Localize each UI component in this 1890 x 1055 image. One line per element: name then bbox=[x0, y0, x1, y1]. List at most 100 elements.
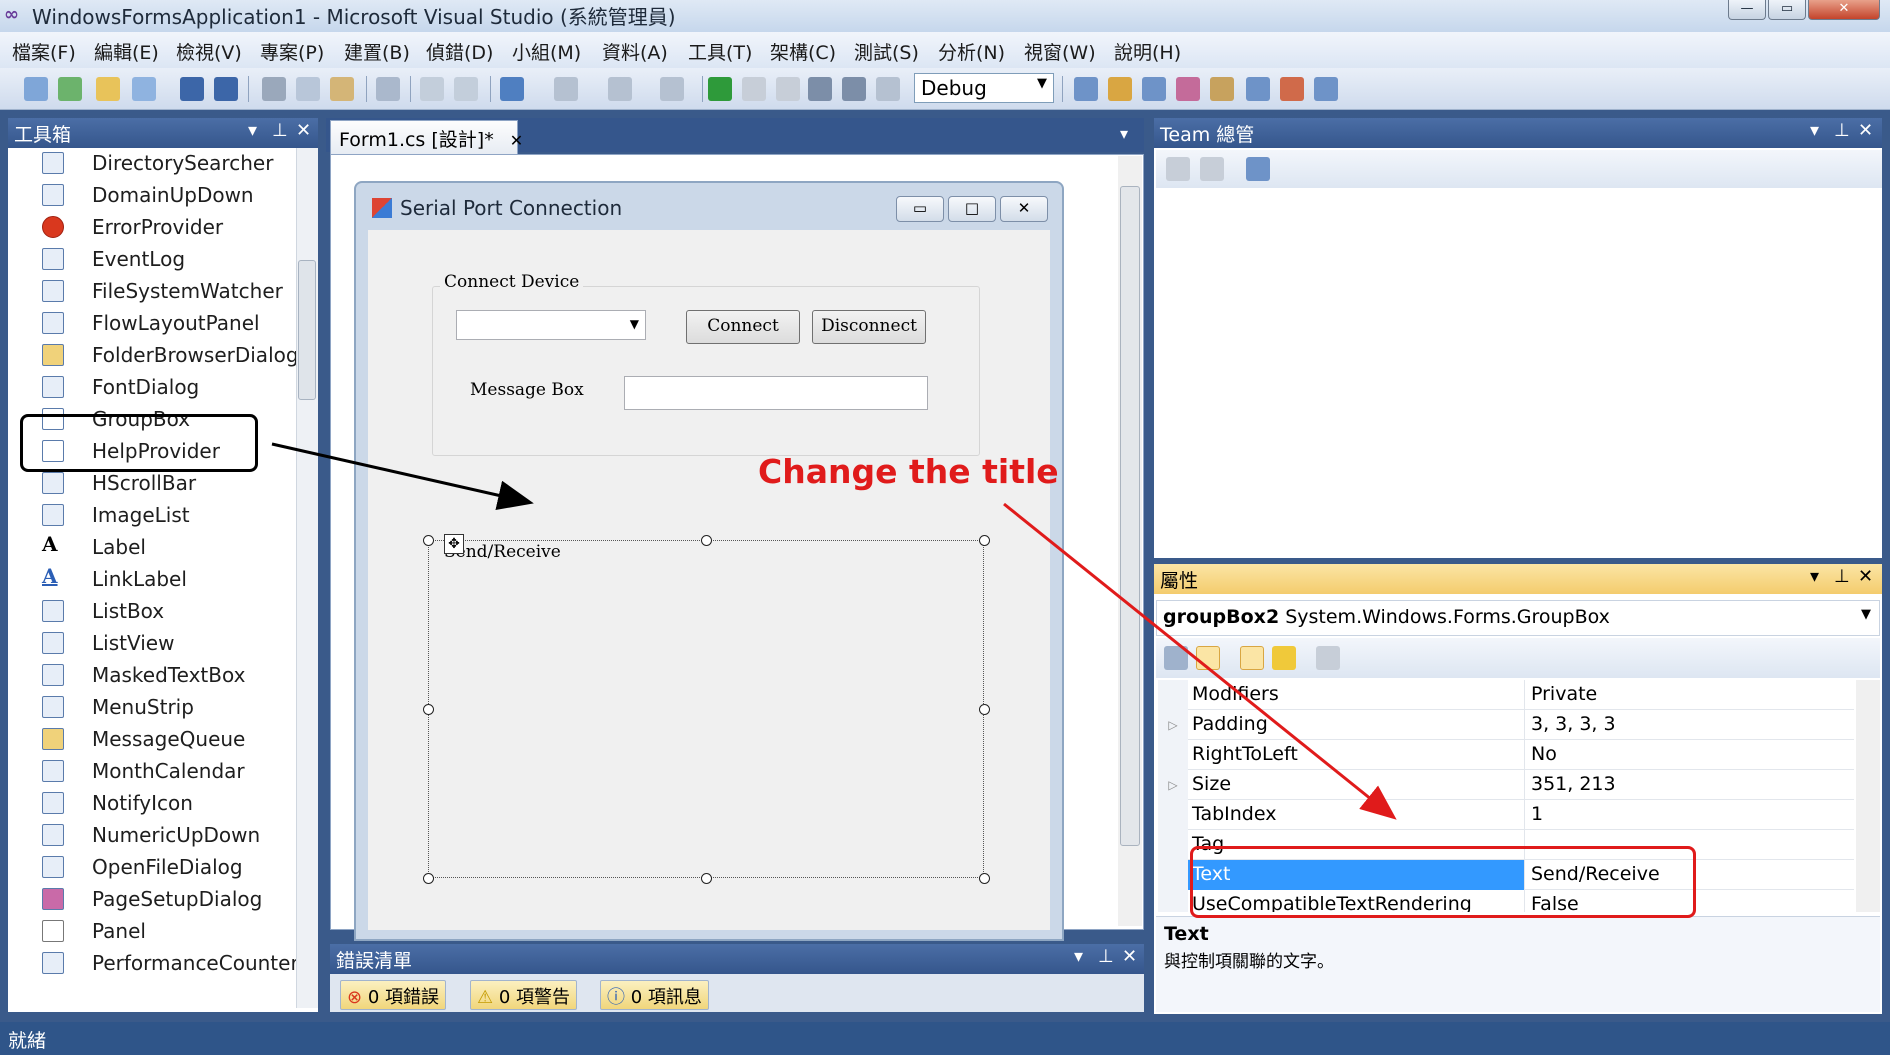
message-box-input[interactable] bbox=[624, 376, 928, 410]
comment-icon[interactable] bbox=[420, 77, 444, 101]
menu-analyze[interactable]: 分析(N) bbox=[938, 38, 1005, 65]
start-debugging-icon[interactable] bbox=[708, 77, 732, 101]
toolbox-item-listview[interactable]: ListView bbox=[24, 628, 284, 660]
pin-icon[interactable]: ⊥ bbox=[272, 120, 288, 141]
menu-file[interactable]: 檔案(F) bbox=[12, 38, 76, 65]
disconnect-button[interactable]: Disconnect bbox=[812, 310, 926, 344]
undo-icon[interactable] bbox=[500, 77, 524, 101]
menu-edit[interactable]: 編輯(E) bbox=[94, 38, 159, 65]
resize-handle-ne[interactable] bbox=[979, 535, 990, 546]
paste-icon[interactable] bbox=[330, 77, 354, 101]
pin-icon[interactable]: ⊥ bbox=[1834, 120, 1850, 141]
toolbox-item-label[interactable]: A Label bbox=[24, 532, 284, 564]
expand-icon[interactable]: ▷ bbox=[1158, 770, 1188, 800]
menu-project[interactable]: 專案(P) bbox=[260, 38, 324, 65]
menu-tools[interactable]: 工具(T) bbox=[688, 38, 752, 65]
team-explorer-icon[interactable] bbox=[1108, 77, 1132, 101]
resize-handle-w[interactable] bbox=[423, 704, 434, 715]
add-existing-icon[interactable] bbox=[132, 77, 156, 101]
property-row[interactable]: ▷ Size 351, 213 bbox=[1158, 770, 1854, 800]
extension-icon[interactable] bbox=[1176, 77, 1200, 101]
close-tab-icon[interactable]: ✕ bbox=[510, 131, 523, 150]
navigate-back-icon[interactable] bbox=[608, 77, 632, 101]
toolbox-item-flowlayoutpanel[interactable]: FlowLayoutPanel bbox=[24, 308, 284, 340]
messages-filter-button[interactable]: ⓘ 0 項訊息 bbox=[600, 980, 709, 1010]
add-item-icon[interactable] bbox=[58, 77, 82, 101]
property-row[interactable]: ▷ Padding 3, 3, 3, 3 bbox=[1158, 710, 1854, 740]
find-icon[interactable] bbox=[376, 77, 400, 101]
dropdown-icon[interactable]: ▾ bbox=[248, 120, 257, 141]
toolbox-item-hscrollbar[interactable]: HScrollBar bbox=[24, 468, 284, 500]
tab-dropdown-icon[interactable]: ▾ bbox=[1120, 124, 1128, 143]
property-value[interactable]: Private bbox=[1524, 680, 1854, 710]
pin-icon[interactable]: ⊥ bbox=[1834, 566, 1850, 587]
errors-filter-button[interactable]: ⊗ 0 項錯誤 bbox=[340, 980, 447, 1010]
menu-build[interactable]: 建置(B) bbox=[344, 38, 410, 65]
menu-window[interactable]: 視窗(W) bbox=[1024, 38, 1096, 65]
close-button[interactable]: ✕ bbox=[1808, 0, 1880, 20]
menu-architecture[interactable]: 架構(C) bbox=[770, 38, 836, 65]
object-selector[interactable]: groupBox2 System.Windows.Forms.GroupBox … bbox=[1156, 600, 1880, 636]
menu-data[interactable]: 資料(A) bbox=[602, 38, 668, 65]
toolbox-item-domainupdown[interactable]: DomainUpDown bbox=[24, 180, 284, 212]
resize-handle-nw[interactable] bbox=[423, 535, 434, 546]
object-browser-icon[interactable] bbox=[876, 77, 900, 101]
new-project-icon[interactable] bbox=[24, 77, 48, 101]
refresh-icon[interactable] bbox=[1166, 157, 1190, 181]
stop-icon[interactable] bbox=[1200, 157, 1224, 181]
toolbox-item-pagesetupdialog[interactable]: PageSetupDialog bbox=[24, 884, 284, 916]
save-all-icon[interactable] bbox=[214, 77, 238, 101]
stop-icon[interactable] bbox=[776, 77, 800, 101]
alphabetical-icon[interactable] bbox=[1196, 646, 1220, 670]
maximize-button[interactable]: ▭ bbox=[1768, 0, 1806, 20]
cut-icon[interactable] bbox=[262, 77, 286, 101]
toolbox-item-monthcalendar[interactable]: MonthCalendar bbox=[24, 756, 284, 788]
command-window-icon[interactable] bbox=[1246, 77, 1270, 101]
tab-form1-design[interactable]: Form1.cs [設計]* ✕ bbox=[330, 120, 523, 154]
property-row[interactable]: TabIndex 1 bbox=[1158, 800, 1854, 830]
property-value[interactable]: 1 bbox=[1524, 800, 1854, 830]
toolbox-item-folderbrowserdialog[interactable]: FolderBrowserDialog bbox=[24, 340, 299, 372]
navigate-forward-icon[interactable] bbox=[660, 77, 684, 101]
resize-handle-e[interactable] bbox=[979, 704, 990, 715]
categorized-icon[interactable] bbox=[1164, 646, 1188, 670]
toolbox-item-linklabel[interactable]: A LinkLabel bbox=[24, 564, 284, 596]
start-page-icon[interactable] bbox=[1314, 77, 1338, 101]
resize-handle-n[interactable] bbox=[701, 535, 712, 546]
toolbox-item-menustrip[interactable]: MenuStrip bbox=[24, 692, 284, 724]
menu-help[interactable]: 說明(H) bbox=[1114, 38, 1181, 65]
toolbox-item-eventlog[interactable]: EventLog bbox=[24, 244, 284, 276]
expand-icon[interactable]: ▷ bbox=[1158, 710, 1188, 740]
toolbox-item-panel[interactable]: Panel bbox=[24, 916, 284, 948]
dropdown-icon[interactable]: ▾ bbox=[1074, 946, 1083, 967]
device-combobox[interactable]: ▼ bbox=[456, 310, 646, 340]
menu-debug[interactable]: 偵錯(D) bbox=[426, 38, 493, 65]
property-value[interactable]: 3, 3, 3, 3 bbox=[1524, 710, 1854, 740]
close-icon[interactable]: ✕ bbox=[1858, 120, 1873, 141]
properties-view-icon[interactable] bbox=[1240, 646, 1264, 670]
property-grid-scrollbar[interactable] bbox=[1856, 680, 1880, 912]
connect-team-project-icon[interactable] bbox=[1246, 157, 1270, 181]
property-pages-icon[interactable] bbox=[1316, 646, 1340, 670]
output-icon[interactable] bbox=[1210, 77, 1234, 101]
class-view-icon[interactable] bbox=[1142, 77, 1166, 101]
save-icon[interactable] bbox=[180, 77, 204, 101]
minimize-button[interactable]: — bbox=[1728, 0, 1766, 20]
send-receive-groupbox[interactable] bbox=[428, 540, 984, 878]
property-value[interactable]: 351, 213 bbox=[1524, 770, 1854, 800]
toolbox-item-openfiledialog[interactable]: OpenFileDialog bbox=[24, 852, 284, 884]
toolbox-item-notifyicon[interactable]: NotifyIcon bbox=[24, 788, 284, 820]
toolbox-item-maskedtextbox[interactable]: MaskedTextBox bbox=[24, 660, 284, 692]
copy-icon[interactable] bbox=[296, 77, 320, 101]
close-icon[interactable]: ✕ bbox=[1858, 566, 1873, 587]
events-icon[interactable] bbox=[1272, 646, 1296, 670]
uncomment-icon[interactable] bbox=[454, 77, 478, 101]
close-icon[interactable]: ✕ bbox=[296, 120, 311, 141]
solution-explorer-icon[interactable] bbox=[808, 77, 832, 101]
designer-scroll-thumb[interactable] bbox=[1120, 186, 1140, 846]
move-handle-icon[interactable]: ✥ bbox=[444, 534, 464, 554]
resize-handle-sw[interactable] bbox=[423, 873, 434, 884]
dropdown-icon[interactable]: ▾ bbox=[1810, 120, 1819, 141]
toolbox-item-errorprovider[interactable]: ErrorProvider bbox=[24, 212, 284, 244]
menu-view[interactable]: 檢視(V) bbox=[176, 38, 242, 65]
